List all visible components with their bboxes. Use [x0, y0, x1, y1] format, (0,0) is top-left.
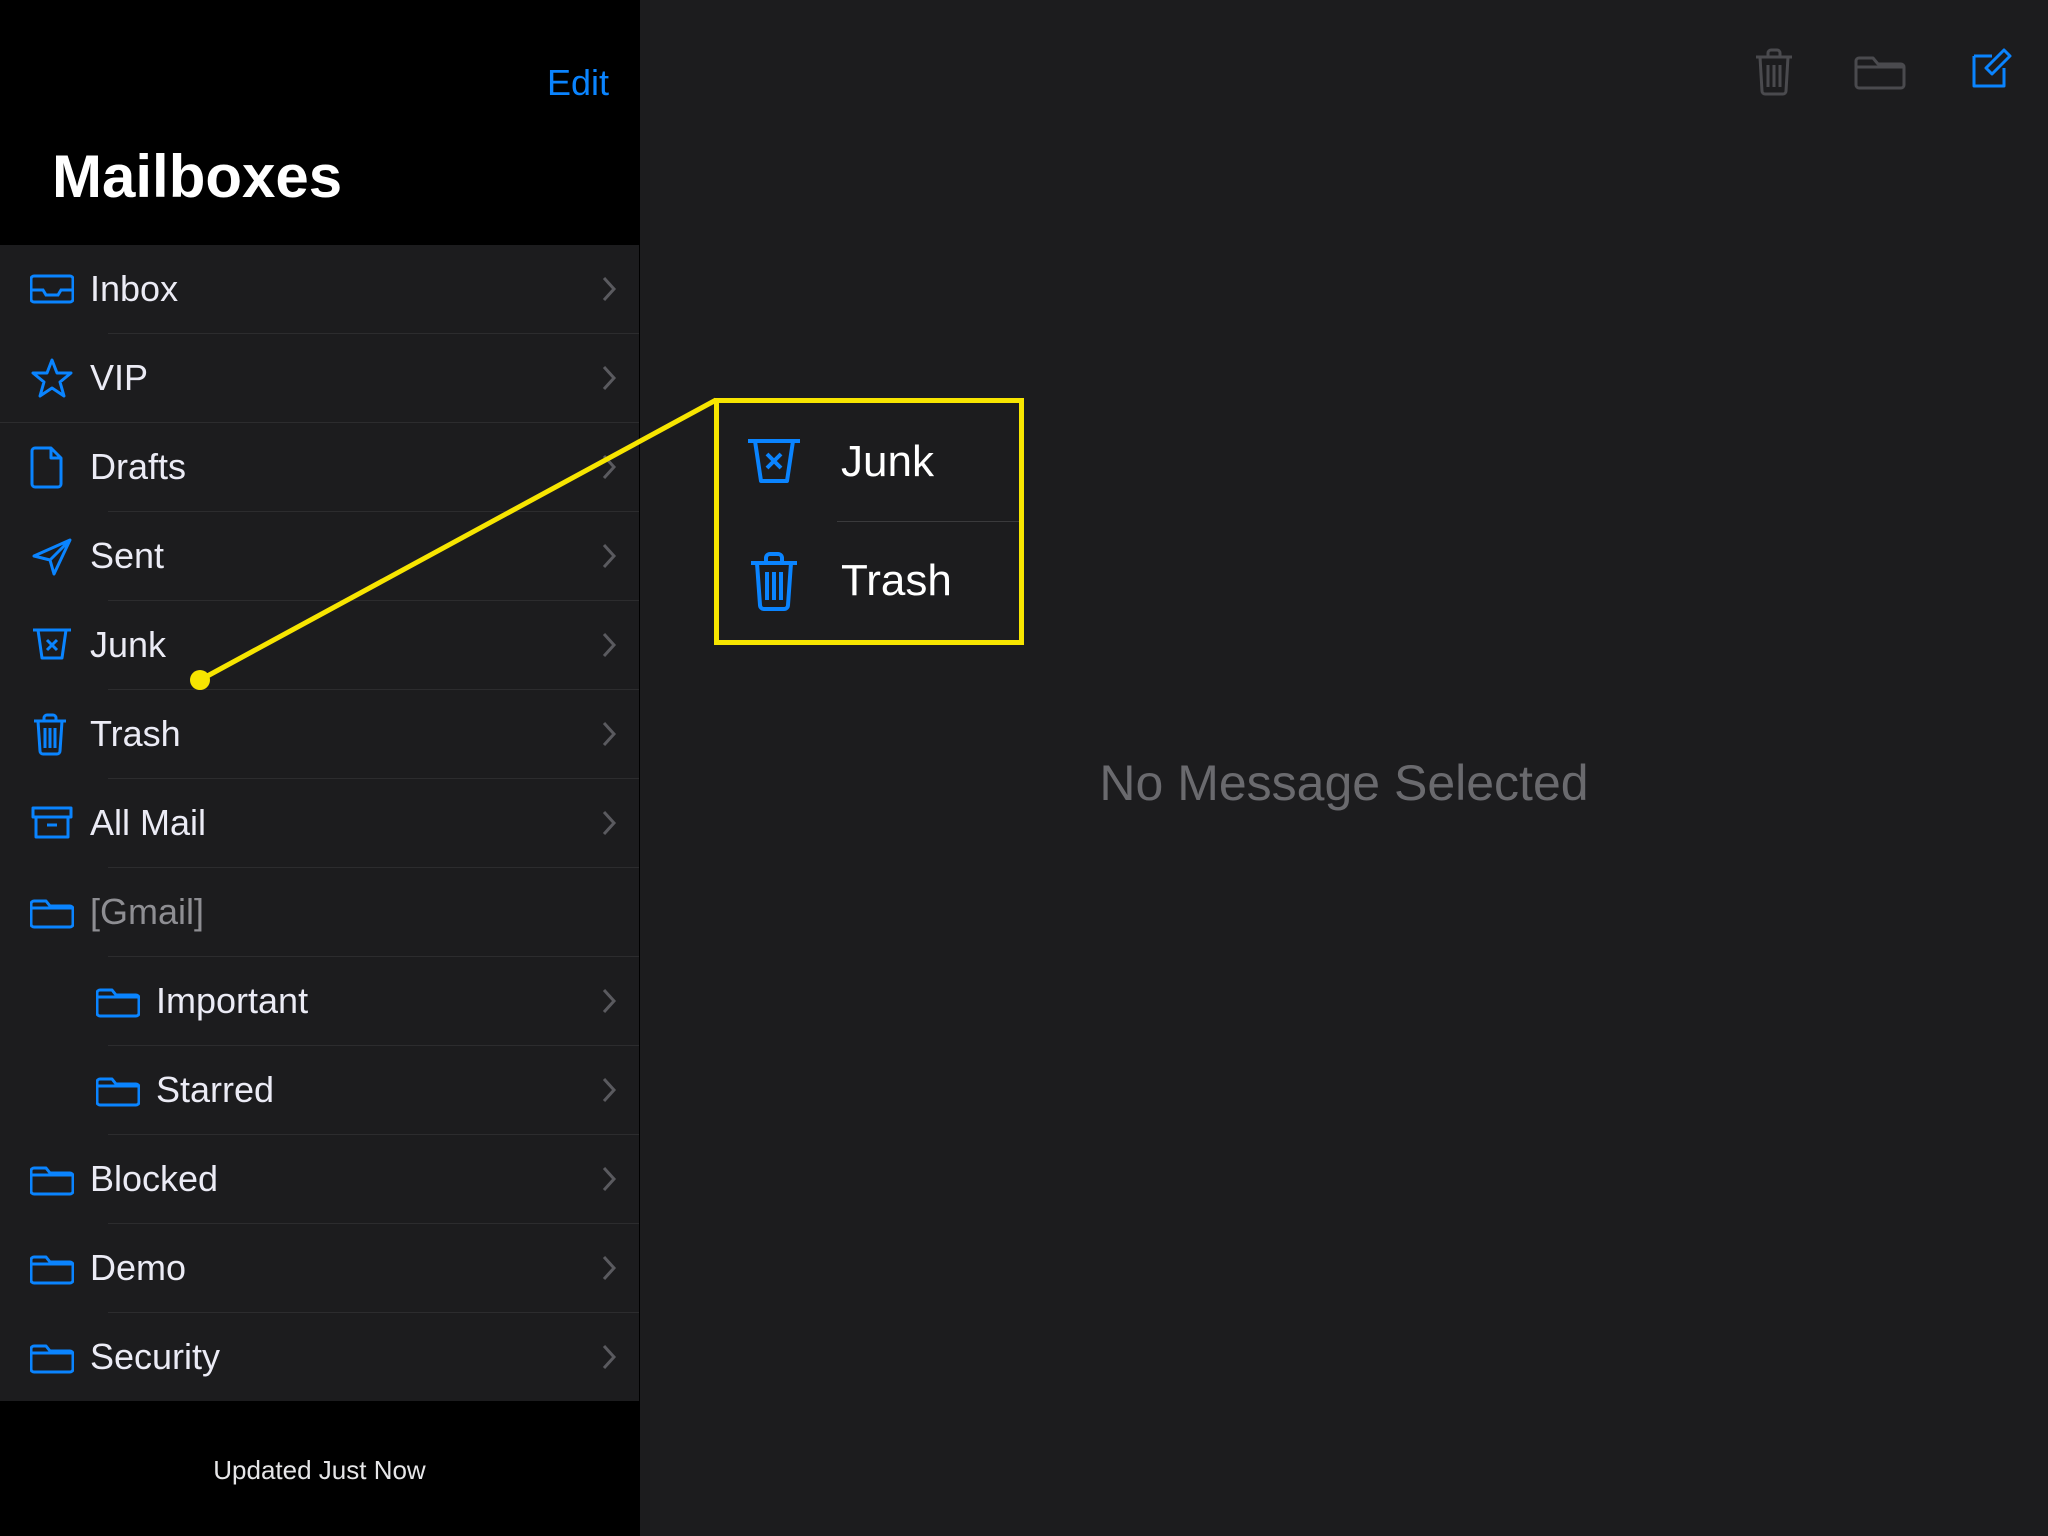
folder-icon [30, 1339, 90, 1375]
sidebar-item-sent[interactable]: Sent [0, 512, 639, 600]
sidebar-item-important[interactable]: Important [0, 957, 639, 1045]
sidebar-item-label: Trash [90, 713, 601, 755]
sidebar-item-label: VIP [90, 357, 601, 399]
folder-icon [96, 983, 156, 1019]
sidebar-item-label: Important [156, 980, 601, 1022]
main-pane: No Message Selected [640, 0, 2048, 1536]
chevron-right-icon [601, 809, 617, 837]
chevron-right-icon [601, 1165, 617, 1193]
inbox-icon [30, 272, 90, 306]
chevron-right-icon [601, 987, 617, 1015]
sidebar-item-label: Blocked [90, 1158, 601, 1200]
empty-message: No Message Selected [640, 754, 2048, 812]
document-icon [30, 445, 90, 489]
annotation-dot [190, 670, 210, 690]
folder-icon [96, 1072, 156, 1108]
sidebar-item-junk[interactable]: Junk [0, 601, 639, 689]
sidebar-item-label: Sent [90, 535, 601, 577]
folder-icon [30, 1161, 90, 1197]
sidebar-item-drafts[interactable]: Drafts [0, 423, 639, 511]
folder-icon [30, 1250, 90, 1286]
sidebar-item-label: Junk [90, 624, 601, 666]
sidebar-item-label: [Gmail] [90, 891, 617, 933]
sidebar-title: Mailboxes [0, 112, 639, 245]
callout-item-label: Trash [841, 556, 952, 606]
chevron-right-icon [601, 542, 617, 570]
star-icon [30, 356, 90, 400]
callout-popover: Junk Trash [714, 398, 1024, 645]
junk-icon [30, 626, 90, 664]
sidebar-footer: Updated Just Now [0, 1401, 639, 1536]
sidebar-item-inbox[interactable]: Inbox [0, 245, 639, 333]
chevron-right-icon [601, 1343, 617, 1371]
chevron-right-icon [601, 1254, 617, 1282]
sidebar-item-label: Drafts [90, 446, 601, 488]
trash-icon [743, 550, 805, 612]
folder-icon [30, 894, 90, 930]
sidebar-item-label: All Mail [90, 802, 601, 844]
updated-status: Updated Just Now [213, 1455, 425, 1486]
sidebar-item-demo[interactable]: Demo [0, 1224, 639, 1312]
sidebar-item-blocked[interactable]: Blocked [0, 1135, 639, 1223]
sidebar-item-all-mail[interactable]: All Mail [0, 779, 639, 867]
toolbar [1752, 46, 2014, 96]
compose-button[interactable] [1964, 46, 2014, 96]
sidebar-item-label: Demo [90, 1247, 601, 1289]
chevron-right-icon [601, 720, 617, 748]
trash-icon [30, 712, 90, 756]
move-folder-button[interactable] [1854, 50, 1906, 92]
sidebar-item-label: Inbox [90, 268, 601, 310]
archive-icon [30, 804, 90, 842]
edit-button[interactable]: Edit [547, 62, 609, 104]
sidebar-item-label: Starred [156, 1069, 601, 1111]
sidebar-item-vip[interactable]: VIP [0, 334, 639, 422]
chevron-right-icon [601, 275, 617, 303]
chevron-right-icon [601, 631, 617, 659]
sidebar-item-security[interactable]: Security [0, 1313, 639, 1401]
chevron-right-icon [601, 453, 617, 481]
delete-button[interactable] [1752, 46, 1796, 96]
sidebar: Edit Mailboxes Inbox VIP Drafts [0, 0, 640, 1536]
sidebar-item-trash[interactable]: Trash [0, 690, 639, 778]
junk-icon [743, 435, 805, 489]
chevron-right-icon [601, 1076, 617, 1104]
paper-plane-icon [30, 534, 90, 578]
sidebar-item-gmail[interactable]: [Gmail] [0, 868, 639, 956]
chevron-right-icon [601, 364, 617, 392]
callout-item-label: Junk [841, 437, 934, 487]
sidebar-item-label: Security [90, 1336, 601, 1378]
callout-item-trash[interactable]: Trash [719, 522, 1019, 640]
sidebar-item-starred[interactable]: Starred [0, 1046, 639, 1134]
mailbox-list: Inbox VIP Drafts Sent [0, 245, 639, 1401]
callout-item-junk[interactable]: Junk [719, 403, 1019, 521]
